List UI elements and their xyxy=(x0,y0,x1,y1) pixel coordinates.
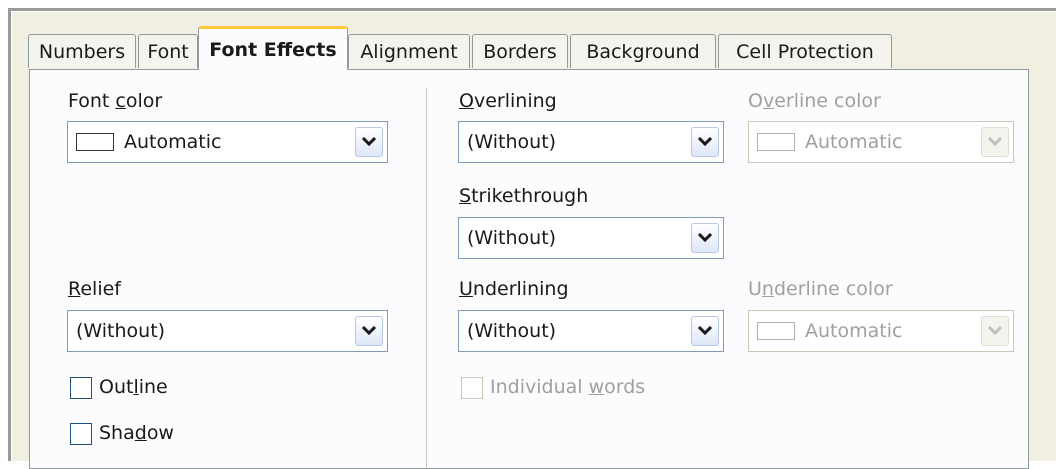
tab-font[interactable]: Font xyxy=(138,34,198,68)
label-text: nderlining xyxy=(472,278,569,300)
accelerator-key: v xyxy=(762,90,775,112)
label-text: ine xyxy=(138,376,168,398)
tab-cell-protection[interactable]: Cell Protection xyxy=(718,34,892,68)
dropdown-button[interactable] xyxy=(691,223,719,253)
tab-label: Font Effects xyxy=(209,38,337,61)
outline-label: Outline xyxy=(99,376,168,398)
underline-color-dropdown[interactable]: Automatic xyxy=(748,310,1014,352)
underlining-label: Underlining xyxy=(459,278,569,300)
tab-label: Font xyxy=(147,40,189,63)
label-text: erline color xyxy=(774,90,881,112)
chevron-down-icon xyxy=(988,326,1002,336)
accelerator-key: O xyxy=(459,90,474,112)
individual-words-checkbox[interactable] xyxy=(461,377,483,399)
overline-color-dropdown[interactable]: Automatic xyxy=(748,121,1014,163)
accelerator-key: U xyxy=(459,278,473,300)
label-text: O xyxy=(748,90,763,112)
tab-background[interactable]: Background xyxy=(570,34,716,68)
label-text: ow xyxy=(146,422,174,444)
relief-label: Relief xyxy=(68,278,121,300)
tab-label: Cell Protection xyxy=(736,40,874,63)
tab-numbers[interactable]: Numbers xyxy=(28,34,136,68)
label-text: Individual xyxy=(490,376,589,398)
color-swatch xyxy=(757,133,795,151)
tab-alignment[interactable]: Alignment xyxy=(348,34,470,68)
label-text: derline color xyxy=(773,278,893,300)
tab-strip: Numbers Font Font Effects Alignment Bord… xyxy=(28,26,1028,70)
overline-color-label: Overline color xyxy=(748,90,881,112)
strikethrough-dropdown[interactable]: (Without) xyxy=(458,217,724,259)
overlining-label: Overlining xyxy=(459,90,557,112)
font-color-dropdown[interactable]: Automatic xyxy=(67,121,388,163)
tab-label: Numbers xyxy=(38,40,126,63)
tab-font-effects[interactable]: Font Effects xyxy=(198,26,348,70)
dropdown-button[interactable] xyxy=(981,127,1009,157)
dropdown-value: (Without) xyxy=(76,320,166,342)
shadow-label: Shadow xyxy=(99,422,174,444)
chevron-down-icon xyxy=(362,326,376,336)
label-text: verlining xyxy=(473,90,557,112)
chevron-down-icon xyxy=(698,137,712,147)
individual-words-label: Individual words xyxy=(490,376,645,398)
dropdown-value: (Without) xyxy=(467,131,557,153)
accelerator-key: n xyxy=(761,278,774,300)
dropdown-button[interactable] xyxy=(981,316,1009,346)
color-swatch xyxy=(76,133,114,151)
accelerator-key: c xyxy=(115,90,126,112)
label-text: U xyxy=(748,278,762,300)
column-divider xyxy=(426,88,427,468)
dropdown-button[interactable] xyxy=(691,316,719,346)
label-text: Sha xyxy=(99,422,135,444)
accelerator-key: S xyxy=(459,185,472,207)
outline-checkbox[interactable] xyxy=(70,377,92,399)
underlining-dropdown[interactable]: (Without) xyxy=(458,310,724,352)
overlining-dropdown[interactable]: (Without) xyxy=(458,121,724,163)
label-text: ords xyxy=(604,376,646,398)
accelerator-key: d xyxy=(134,422,147,444)
label-text: Font xyxy=(68,90,116,112)
strikethrough-label: Strikethrough xyxy=(459,185,588,207)
dropdown-value: Automatic xyxy=(124,131,222,153)
tab-label: Background xyxy=(586,40,700,63)
chevron-down-icon xyxy=(988,137,1002,147)
dropdown-value: (Without) xyxy=(467,320,557,342)
label-text: trikethrough xyxy=(471,185,589,207)
tab-label: Borders xyxy=(483,40,557,63)
dropdown-button[interactable] xyxy=(355,316,383,346)
underline-color-label: Underline color xyxy=(748,278,893,300)
dropdown-button[interactable] xyxy=(691,127,719,157)
label-text: elief xyxy=(80,278,121,300)
chevron-down-icon xyxy=(698,233,712,243)
color-swatch xyxy=(757,322,795,340)
dropdown-button[interactable] xyxy=(355,127,383,157)
dropdown-value: Automatic xyxy=(805,320,903,342)
dropdown-value: (Without) xyxy=(467,227,557,249)
relief-dropdown[interactable]: (Without) xyxy=(67,310,388,352)
dropdown-value: Automatic xyxy=(805,131,903,153)
chevron-down-icon xyxy=(698,326,712,336)
font-color-label: Font color xyxy=(68,90,162,112)
tab-label: Alignment xyxy=(360,40,458,63)
tab-borders[interactable]: Borders xyxy=(472,34,568,68)
chevron-down-icon xyxy=(362,137,376,147)
label-text: Out xyxy=(99,376,134,398)
shadow-checkbox[interactable] xyxy=(70,423,92,445)
label-text: olor xyxy=(125,90,163,112)
accelerator-key: w xyxy=(588,376,605,398)
accelerator-key: R xyxy=(68,278,81,300)
